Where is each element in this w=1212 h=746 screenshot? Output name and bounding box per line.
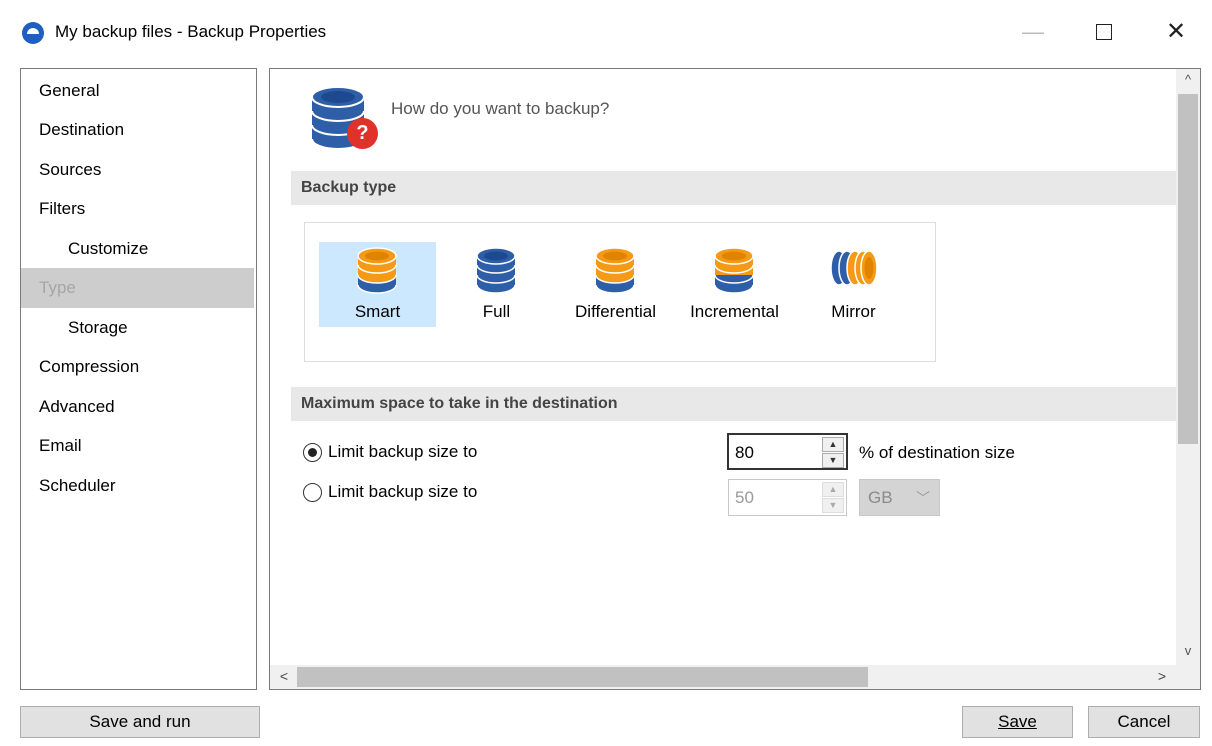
mirror-backup-icon <box>830 250 878 286</box>
backup-type-header: Backup type <box>291 171 1176 205</box>
nav-item-filters[interactable]: Filters <box>21 189 256 229</box>
nav-item-label: Sources <box>39 160 102 179</box>
scroll-thumb[interactable] <box>1178 94 1198 444</box>
scroll-right-icon[interactable]: > <box>1151 668 1173 688</box>
nav-item-label: Scheduler <box>39 476 116 495</box>
scroll-left-icon[interactable]: < <box>273 668 295 688</box>
backup-type-smart[interactable]: Smart <box>319 242 436 327</box>
save-button[interactable]: Save <box>962 706 1073 738</box>
nav-item-label: Email <box>39 436 82 455</box>
nav-item-type[interactable]: Type <box>21 268 254 308</box>
backup-type-label: Full <box>482 302 511 321</box>
backup-type-differential[interactable]: Differential <box>557 242 674 327</box>
app-logo-icon <box>22 22 44 44</box>
size-unit-select[interactable]: GB ﹀ <box>859 479 940 516</box>
backup-type-selector: Smart Full Differential Incremental Mirr… <box>304 222 936 362</box>
decrement-icon[interactable]: ▼ <box>822 498 844 513</box>
nav-item-scheduler[interactable]: Scheduler <box>21 466 256 506</box>
title-bar: My backup files - Backup Properties — ✕ <box>0 0 1212 62</box>
max-space-header: Maximum space to take in the destination <box>291 387 1176 421</box>
limit-size-radio[interactable] <box>303 483 322 502</box>
backup-type-mirror[interactable]: Mirror <box>795 242 912 327</box>
chevron-down-icon: ﹀ <box>916 490 930 506</box>
vertical-scrollbar[interactable]: ^ v <box>1176 69 1200 667</box>
nav-item-label: General <box>39 81 100 100</box>
nav-item-compression[interactable]: Compression <box>21 347 256 387</box>
question-badge: ? <box>347 118 378 149</box>
decrement-icon[interactable]: ▼ <box>822 453 844 468</box>
smart-backup-icon <box>357 247 397 294</box>
nav-item-email[interactable]: Email <box>21 426 256 466</box>
scroll-thumb[interactable] <box>297 667 868 687</box>
incremental-backup-icon <box>714 247 754 294</box>
horizontal-scrollbar[interactable]: < > <box>270 665 1176 689</box>
backup-type-label: Smart <box>354 302 401 321</box>
minimize-button[interactable]: — <box>1013 14 1053 50</box>
limit-percent-radio[interactable] <box>303 443 322 462</box>
nav-item-label: Filters <box>39 199 86 218</box>
settings-nav: General Destination Sources Filters Cust… <box>20 68 257 690</box>
backup-type-incremental[interactable]: Incremental <box>676 242 793 327</box>
window-title: My backup files - Backup Properties <box>55 22 327 41</box>
nav-item-label: Storage <box>68 318 128 337</box>
save-and-run-button[interactable]: Save and run <box>20 706 260 738</box>
backup-type-label: Mirror <box>831 302 876 321</box>
nav-item-general[interactable]: General <box>21 71 256 111</box>
maximize-button[interactable] <box>1084 14 1124 50</box>
page-question: How do you want to backup? <box>391 99 610 118</box>
percent-stepper[interactable]: 80 ▲ ▼ <box>727 433 848 470</box>
nav-item-storage[interactable]: Storage <box>21 308 256 348</box>
full-backup-icon <box>476 247 516 294</box>
nav-item-label: Destination <box>39 120 125 139</box>
nav-item-sources[interactable]: Sources <box>21 150 256 190</box>
backup-type-label: Differential <box>575 302 656 321</box>
scroll-up-icon[interactable]: ^ <box>1176 72 1200 94</box>
nav-item-label: Compression <box>39 357 140 376</box>
content-panel: ? How do you want to backup? Backup type… <box>269 68 1201 690</box>
nav-item-label: Type <box>39 278 76 297</box>
size-stepper[interactable]: 50 ▲ ▼ <box>728 479 847 516</box>
nav-item-customize[interactable]: Customize <box>21 229 256 269</box>
scroll-corner <box>1176 667 1200 689</box>
backup-type-label: Incremental <box>690 302 779 321</box>
backup-type-full[interactable]: Full <box>438 242 555 327</box>
nav-item-destination[interactable]: Destination <box>21 110 256 150</box>
limit-percent-label: Limit backup size to <box>328 442 478 461</box>
percent-unit-label: % of destination size <box>859 443 1015 462</box>
limit-size-label: Limit backup size to <box>328 482 478 501</box>
nav-item-label: Advanced <box>39 397 115 416</box>
maximize-icon <box>1096 24 1112 40</box>
percent-value: 80 <box>735 443 754 462</box>
cancel-button[interactable]: Cancel <box>1088 706 1200 738</box>
size-value: 50 <box>735 488 754 507</box>
increment-icon[interactable]: ▲ <box>822 482 844 497</box>
size-unit-value: GB <box>868 488 893 507</box>
nav-item-advanced[interactable]: Advanced <box>21 387 256 427</box>
increment-icon[interactable]: ▲ <box>822 437 844 452</box>
close-button[interactable]: ✕ <box>1156 14 1196 50</box>
differential-backup-icon <box>595 247 635 294</box>
scroll-down-icon[interactable]: v <box>1176 643 1200 665</box>
nav-item-label: Customize <box>68 239 149 258</box>
save-button-label: Save <box>998 712 1037 731</box>
